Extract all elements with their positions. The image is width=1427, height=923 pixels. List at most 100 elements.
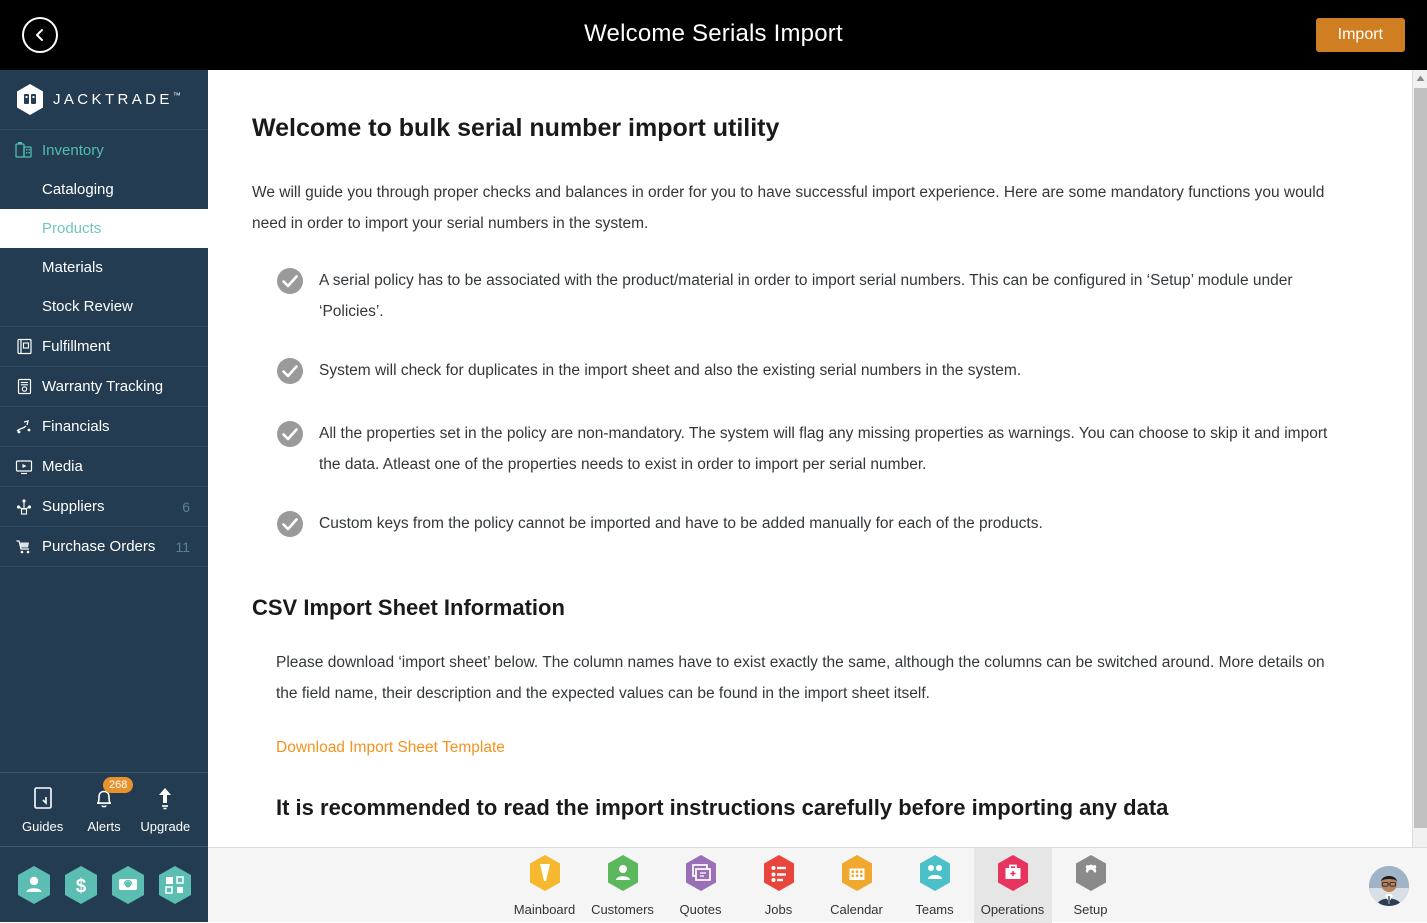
sidebar-item-suppliers[interactable]: Suppliers 6 — [0, 487, 208, 527]
dollar-hex-icon[interactable]: $ — [63, 865, 99, 905]
suppliers-icon — [14, 497, 34, 517]
tool-label: Upgrade — [140, 819, 190, 834]
checklist: A serial policy has to be associated wit… — [252, 265, 1352, 543]
content-title: Welcome to bulk serial number import uti… — [252, 114, 1352, 143]
svg-text:$: $ — [75, 876, 86, 897]
list-item-text: System will check for duplicates in the … — [319, 355, 1021, 386]
customers-icon — [606, 854, 640, 897]
setup-icon — [1074, 854, 1108, 897]
list-item-text: Custom keys from the policy cannot be im… — [319, 508, 1043, 539]
sidebar-item-purchase-orders[interactable]: Purchase Orders 11 — [0, 527, 208, 567]
sidebar-item-media[interactable]: Media — [0, 447, 208, 487]
content-intro: We will guide you through proper checks … — [252, 177, 1352, 239]
taskbar-items: Mainboard Customers Quote — [506, 848, 1130, 923]
csv-section-title: CSV Import Sheet Information — [252, 595, 1352, 621]
list-item: All the properties set in the policy are… — [276, 418, 1352, 480]
tool-label: Alerts — [87, 819, 120, 834]
brand-name: JACKTRADE™ — [53, 91, 181, 108]
list-item: Custom keys from the policy cannot be im… — [276, 508, 1352, 543]
jobs-icon — [762, 854, 796, 897]
import-button[interactable]: Import — [1316, 18, 1405, 52]
taskbar-item-label: Setup — [1074, 902, 1108, 917]
book-icon — [32, 786, 54, 815]
alerts-button[interactable]: 268 Alerts — [75, 786, 133, 834]
taskbar-item-teams[interactable]: Teams — [896, 848, 974, 923]
vertical-scrollbar[interactable] — [1412, 70, 1427, 847]
taskbar-item-quotes[interactable]: Quotes — [662, 848, 740, 923]
mainboard-icon — [528, 854, 562, 897]
sidebar-nav: Inventory Cataloging Products Materials … — [0, 130, 208, 772]
taskbar-item-label: Operations — [981, 902, 1045, 917]
sidebar-item-cataloging[interactable]: Cataloging — [0, 170, 208, 209]
sidebar-item-label: Materials — [42, 259, 103, 276]
list-item: System will check for duplicates in the … — [276, 355, 1352, 390]
taskbar-item-label: Calendar — [830, 902, 883, 917]
check-circle-icon — [276, 510, 304, 543]
check-circle-icon — [276, 357, 304, 390]
taskbar-item-setup[interactable]: Setup — [1052, 848, 1130, 923]
guides-button[interactable]: Guides — [14, 786, 72, 834]
taskbar-item-label: Teams — [915, 902, 953, 917]
person-hex-icon[interactable] — [16, 865, 52, 905]
check-circle-icon — [276, 267, 304, 300]
calendar-icon — [840, 854, 874, 897]
sidebar-item-label: Cataloging — [42, 181, 114, 198]
taskbar-item-jobs[interactable]: Jobs — [740, 848, 818, 923]
sidebar-item-label: Products — [42, 220, 101, 237]
download-import-sheet-link[interactable]: Download Import Sheet Template — [276, 739, 505, 757]
sidebar-item-financials[interactable]: Financials — [0, 407, 208, 447]
list-item-text: All the properties set in the policy are… — [319, 418, 1349, 480]
sidebar-item-label: Warranty Tracking — [42, 378, 163, 395]
sidebar-item-label: Media — [42, 458, 83, 475]
trademark-mark: ™ — [173, 91, 181, 100]
taskbar-item-mainboard[interactable]: Mainboard — [506, 848, 584, 923]
tool-label: Guides — [22, 819, 63, 834]
sidebar-item-warranty-tracking[interactable]: Warranty Tracking — [0, 367, 208, 407]
fulfillment-icon — [14, 337, 34, 357]
sidebar-item-label: Stock Review — [42, 298, 133, 315]
taskbar-item-label: Jobs — [765, 902, 792, 917]
sidebar-item-stock-review[interactable]: Stock Review — [0, 287, 208, 326]
sidebar-item-materials[interactable]: Materials — [0, 248, 208, 287]
alerts-badge: 268 — [103, 777, 133, 793]
sidebar-item-products[interactable]: Products — [0, 209, 208, 248]
up-arrow-icon — [154, 786, 176, 815]
scan-hex-icon[interactable] — [157, 865, 193, 905]
main-content: Welcome to bulk serial number import uti… — [208, 70, 1412, 847]
sidebar-item-label: Fulfillment — [42, 338, 110, 355]
csv-section-body: Please download ‘import sheet’ below. Th… — [252, 647, 1342, 709]
media-icon — [14, 457, 34, 477]
list-item-text: A serial policy has to be associated wit… — [319, 265, 1349, 327]
sidebar: JACKTRADE™ Inventory Cataloging Pr — [0, 70, 208, 922]
taskbar-item-customers[interactable]: Customers — [584, 848, 662, 923]
jacktrade-hex-icon — [16, 84, 44, 115]
operations-icon — [996, 854, 1030, 897]
brand-logo[interactable]: JACKTRADE™ — [0, 70, 208, 130]
instructions-section-title: It is recommended to read the import ins… — [252, 795, 1352, 821]
sidebar-item-label: Purchase Orders — [42, 538, 155, 555]
upgrade-button[interactable]: Upgrade — [136, 786, 194, 834]
taskbar-item-label: Mainboard — [514, 902, 575, 917]
top-bar: Welcome Serials Import Import — [0, 0, 1427, 70]
sidebar-item-inventory[interactable]: Inventory — [0, 130, 208, 170]
check-circle-icon — [276, 420, 304, 453]
taskbar-item-operations[interactable]: Operations — [974, 848, 1052, 923]
list-item: A serial policy has to be associated wit… — [276, 265, 1352, 327]
teams-icon — [918, 854, 952, 897]
sidebar-item-label: Suppliers — [42, 498, 105, 515]
purchase-orders-icon — [14, 537, 34, 557]
sidebar-quick-hexes: $ — [0, 846, 208, 922]
sidebar-item-fulfillment[interactable]: Fulfillment — [0, 327, 208, 367]
taskbar-item-calendar[interactable]: Calendar — [818, 848, 896, 923]
warranty-icon — [14, 377, 34, 397]
avatar[interactable] — [1369, 866, 1409, 906]
sidebar-item-label: Inventory — [42, 142, 104, 159]
quotes-icon — [684, 854, 718, 897]
scrollbar-thumb[interactable] — [1414, 88, 1427, 828]
sidebar-item-label: Financials — [42, 418, 110, 435]
sidebar-item-count: 6 — [182, 499, 190, 515]
taskbar: Mainboard Customers Quote — [208, 847, 1427, 922]
scroll-up-arrow-icon[interactable] — [1413, 70, 1427, 86]
inventory-icon — [14, 140, 34, 160]
money-hex-icon[interactable] — [110, 865, 146, 905]
